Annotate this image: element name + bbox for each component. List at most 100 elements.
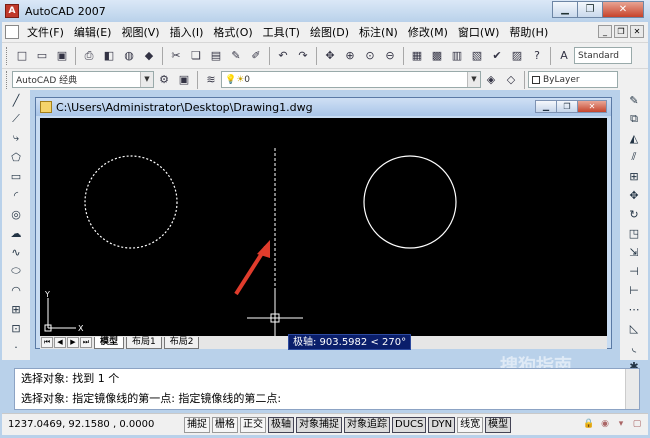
extend-icon[interactable]: ⊢ [625,281,643,299]
array-icon[interactable]: ⊞ [625,167,643,185]
copy-icon[interactable]: ❏ [187,47,205,65]
drawing-close-button[interactable]: ✕ [577,100,607,113]
tab-layout2[interactable]: 布局2 [163,336,200,349]
polyline-icon[interactable]: ⤷ [7,129,25,147]
menu-help[interactable]: 帮助(H) [504,24,553,40]
offset-icon[interactable]: ⫽ [625,148,643,166]
workspace-select[interactable]: AutoCAD 经典 ▼ [12,71,154,88]
make-current-layer-icon[interactable]: ◇ [502,71,520,89]
circle-icon[interactable]: ◎ [7,205,25,223]
menu-format[interactable]: 格式(O) [208,24,257,40]
polar-toggle[interactable]: 极轴 [268,416,294,433]
pan-icon[interactable]: ✥ [321,47,339,65]
chamfer-icon[interactable]: ◺ [625,319,643,337]
erase-icon[interactable]: ✎ [625,91,643,109]
menu-dimension[interactable]: 标注(N) [354,24,403,40]
line-icon[interactable]: ╱ [7,91,25,109]
tab-layout1[interactable]: 布局1 [126,336,162,349]
menu-view[interactable]: 视图(V) [116,24,164,40]
tab-model[interactable]: 模型 [94,336,125,349]
lineweight-toggle[interactable]: 线宽 [457,416,484,433]
new-file-icon[interactable]: □ [13,47,31,65]
toolbar-grip[interactable] [6,70,9,89]
calculator-icon[interactable]: ▨ [508,47,526,65]
print-preview-icon[interactable]: ◧ [100,47,118,65]
construction-line-icon[interactable]: ⟋ [7,110,25,128]
command-prompt-line[interactable]: 选择对象: 指定镜像线的第一点: 指定镜像线的第二点: [15,389,639,409]
first-tab-icon[interactable]: ⏮ [41,337,53,348]
zoom-realtime-icon[interactable]: ⊕ [341,47,359,65]
chevron-down-icon[interactable]: ▼ [467,72,480,87]
osnap-toggle[interactable]: 对象捕捉 [296,416,342,433]
paste-icon[interactable]: ▤ [207,47,225,65]
help-icon[interactable]: ? [528,47,546,65]
otrack-toggle[interactable]: 对象追踪 [344,416,390,433]
match-properties-icon[interactable]: ✎ [227,47,245,65]
layer-previous-icon[interactable]: ◈ [482,71,500,89]
layer-manager-icon[interactable]: ≋ [202,71,220,89]
trim-icon[interactable]: ⊣ [625,262,643,280]
point-icon[interactable]: · [7,338,25,356]
last-tab-icon[interactable]: ⏭ [80,337,92,348]
mirrored-circle[interactable] [363,155,457,249]
clean-screen-icon[interactable]: ▢ [630,417,644,431]
zoom-window-icon[interactable]: ⊙ [361,47,379,65]
ellipse-icon[interactable]: ⬭ [7,262,25,280]
workspace-save-icon[interactable]: ▣ [175,71,193,89]
communication-center-icon[interactable]: ◉ [598,417,612,431]
toolbar-grip[interactable] [6,46,9,65]
chevron-down-icon[interactable]: ▼ [140,72,153,87]
revision-cloud-icon[interactable]: ☁ [7,224,25,242]
document-icon[interactable] [5,25,19,39]
menu-tools[interactable]: 工具(T) [258,24,305,40]
design-center-icon[interactable]: ▩ [428,47,446,65]
minimize-button[interactable]: ▁ [552,1,578,18]
make-block-icon[interactable]: ⊡ [7,319,25,337]
menu-edit[interactable]: 编辑(E) [69,24,117,40]
mirror-icon[interactable]: ◭ [625,129,643,147]
cut-icon[interactable]: ✂ [167,47,185,65]
redo-icon[interactable]: ↷ [294,47,312,65]
chevron-down-icon[interactable]: ▾ [614,417,628,431]
copy-object-icon[interactable]: ⧉ [625,110,643,128]
dashed-selected-circle[interactable] [84,155,178,249]
doc-minimize-button[interactable]: _ [598,25,612,38]
drawing-restore-button[interactable]: ❐ [556,100,578,113]
snap-toggle[interactable]: 捕捉 [184,416,210,433]
next-tab-icon[interactable]: ▶ [67,337,79,348]
tool-palettes-icon[interactable]: ▥ [448,47,466,65]
spline-icon[interactable]: ∿ [7,243,25,261]
save-icon[interactable]: ▣ [53,47,71,65]
text-style-icon[interactable]: A [555,47,573,65]
rotate-icon[interactable]: ↻ [625,205,643,223]
ortho-toggle[interactable]: 正交 [240,416,266,433]
model-toggle[interactable]: 模型 [485,416,512,433]
ellipse-arc-icon[interactable]: ◠ [7,281,25,299]
drawing-minimize-button[interactable]: ▁ [535,100,557,113]
block-editor-icon[interactable]: ✐ [247,47,265,65]
menu-modify[interactable]: 修改(M) [403,24,453,40]
markup-icon[interactable]: ✔ [488,47,506,65]
move-icon[interactable]: ✥ [625,186,643,204]
grid-toggle[interactable]: 栅格 [212,416,238,433]
arc-icon[interactable]: ◜ [7,186,25,204]
rectangle-icon[interactable]: ▭ [7,167,25,185]
command-scrollbar[interactable] [625,369,639,409]
coordinate-readout[interactable]: 1237.0469, 92.1580 , 0.0000 [2,419,182,430]
lock-icon[interactable]: 🔒 [582,417,596,431]
workspace-settings-icon[interactable]: ⚙ [155,71,173,89]
drawing-canvas[interactable]: Y X [40,118,607,336]
menu-insert[interactable]: 插入(I) [165,24,209,40]
undo-icon[interactable]: ↶ [274,47,292,65]
print-icon[interactable]: ⎙ [80,47,98,65]
polygon-icon[interactable]: ⬠ [7,148,25,166]
publish-icon[interactable]: ◍ [120,47,138,65]
sheet-set-icon[interactable]: ▧ [468,47,486,65]
layer-select[interactable]: 💡☀ 0 ▼ [221,71,481,88]
properties-icon[interactable]: ▦ [408,47,426,65]
ducs-toggle[interactable]: DUCS [392,416,427,433]
doc-close-button[interactable]: ✕ [630,25,644,38]
fillet-icon[interactable]: ◟ [625,338,643,356]
scale-icon[interactable]: ◳ [625,224,643,242]
insert-block-icon[interactable]: ⊞ [7,300,25,318]
